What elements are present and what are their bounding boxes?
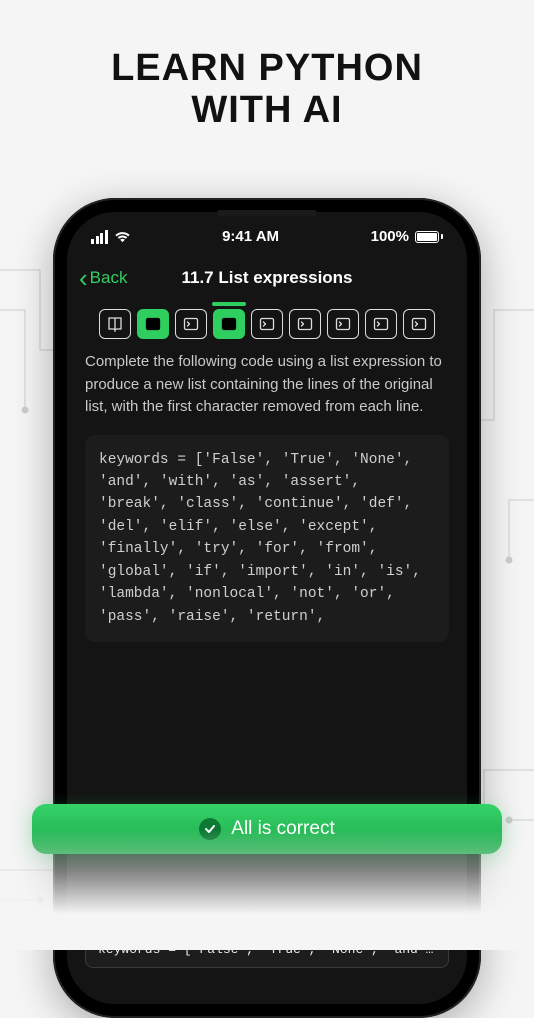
lesson-step-3[interactable] (175, 309, 207, 339)
wifi-icon (114, 231, 131, 243)
nav-header: ‹ Back 11.7 List expressions (67, 251, 467, 309)
lesson-step-6[interactable] (289, 309, 321, 339)
phone-notch (217, 210, 317, 216)
status-time: 9:41 AM (222, 228, 279, 245)
app-screen: 9:41 AM 100% ‹ Back 11.7 List expression… (67, 212, 467, 1004)
status-bar: 9:41 AM 100% (67, 212, 467, 251)
step-current-indicator (212, 302, 246, 306)
code-block: keywords = ['False', 'True', 'None', 'an… (85, 435, 449, 643)
success-toast: All is correct (32, 804, 502, 854)
headline-line2: WITH AI (0, 90, 534, 132)
lesson-steps (67, 309, 467, 351)
back-button[interactable]: ‹ Back (79, 265, 127, 291)
signal-icon (91, 230, 108, 244)
battery-percent: 100% (371, 228, 409, 245)
marketing-headline: LEARN PYTHON WITH AI (0, 0, 534, 132)
battery-icon (415, 231, 443, 243)
chevron-left-icon: ‹ (79, 265, 88, 291)
instruction-text: Complete the following code using a list… (85, 351, 449, 419)
lesson-step-5[interactable] (251, 309, 283, 339)
lesson-step-4[interactable] (213, 309, 245, 339)
lesson-step-2[interactable] (137, 309, 169, 339)
phone-frame: 9:41 AM 100% ‹ Back 11.7 List expression… (53, 198, 481, 1018)
lesson-step-9[interactable] (403, 309, 435, 339)
lesson-step-1[interactable] (99, 309, 131, 339)
headline-line1: LEARN PYTHON (0, 48, 534, 90)
lesson-step-7[interactable] (327, 309, 359, 339)
back-label: Back (90, 268, 128, 288)
page-title: 11.7 List expressions (181, 268, 352, 288)
lesson-step-8[interactable] (365, 309, 397, 339)
check-circle-icon (199, 818, 221, 840)
toast-label: All is correct (231, 818, 334, 840)
